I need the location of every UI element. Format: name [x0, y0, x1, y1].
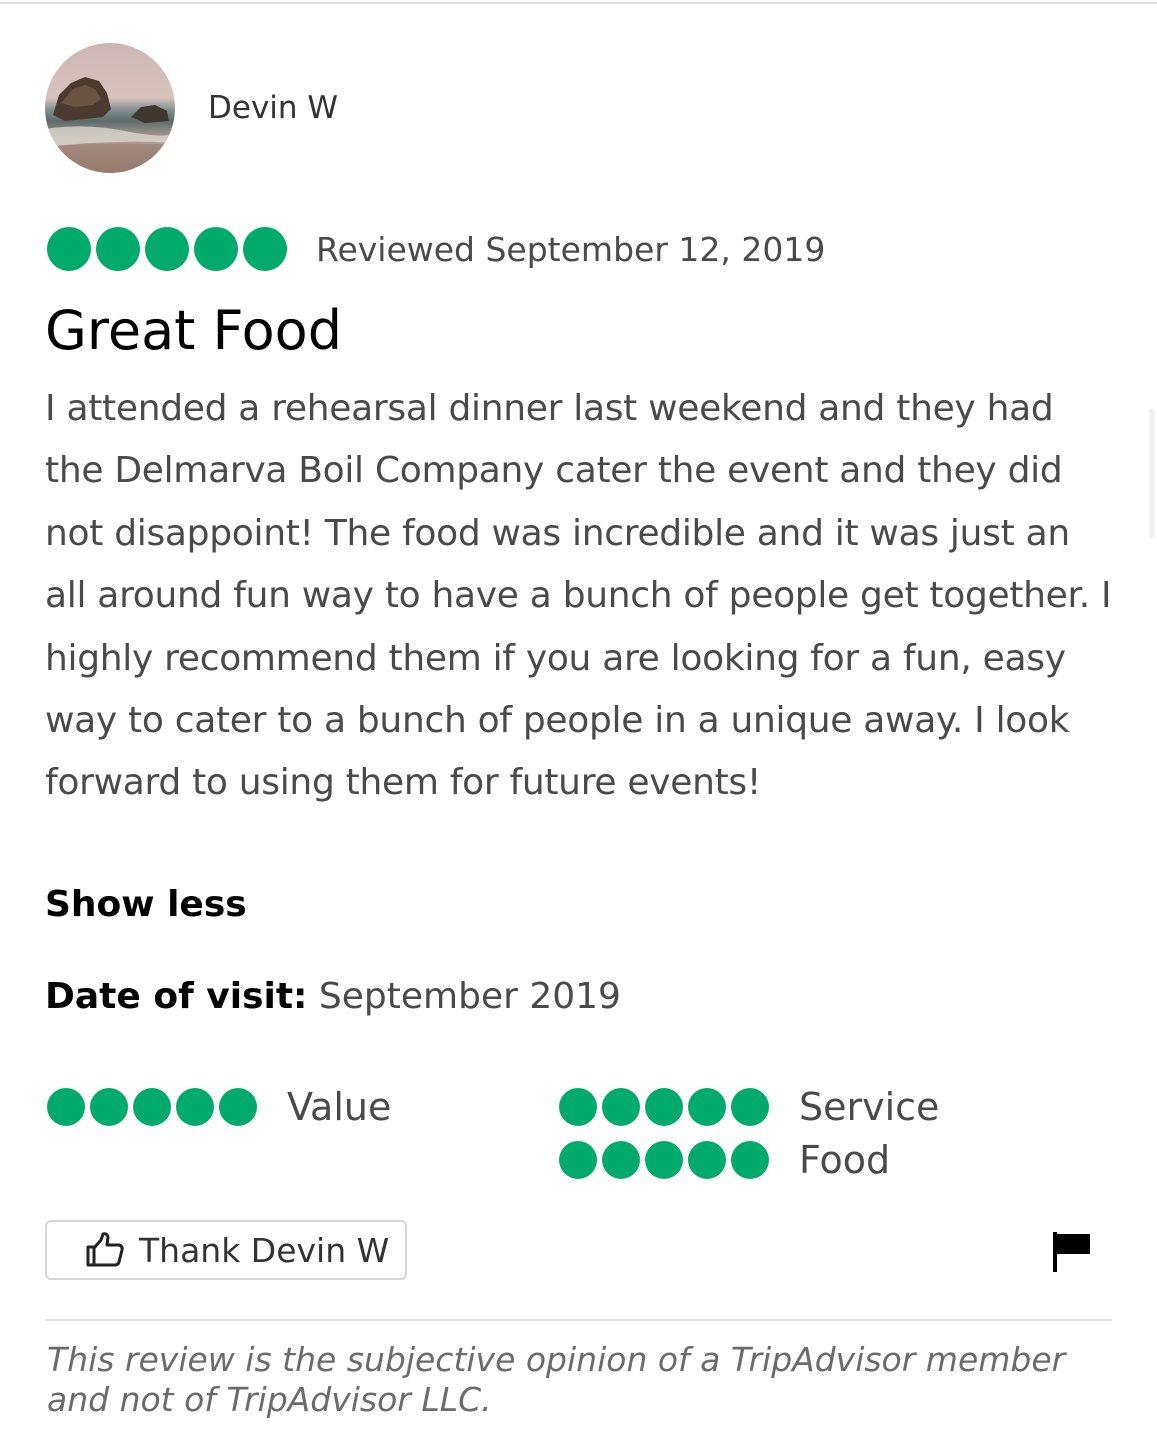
rating-bubble-icon	[145, 227, 189, 271]
date-of-visit-label: Date of visit:	[45, 976, 308, 1017]
rating-bubble-icon	[90, 1088, 128, 1126]
sub-rating-value: Value	[47, 1085, 391, 1129]
rating-bubble-icon	[688, 1088, 726, 1126]
review-title: Great Food	[45, 299, 342, 362]
rating-bubble-icon	[688, 1141, 726, 1179]
sub-rating-service: Service	[559, 1085, 939, 1129]
sub-rating-food: Food	[559, 1138, 890, 1182]
rating-bubble-icon	[731, 1141, 769, 1179]
rating-bubble-icon	[559, 1141, 597, 1179]
avatar[interactable]	[45, 43, 175, 173]
rating-bubble-icon	[731, 1088, 769, 1126]
date-of-visit: Date of visit: September 2019	[45, 976, 621, 1017]
rating-bubble-icon	[176, 1088, 214, 1126]
sub-rating-label: Food	[799, 1138, 891, 1182]
rating-bubble-icon	[133, 1088, 171, 1126]
top-divider	[0, 2, 1157, 4]
scrollbar[interactable]	[1149, 408, 1155, 538]
sub-rating-bubbles	[559, 1088, 774, 1126]
thank-button-label: Thank Devin W	[139, 1230, 390, 1270]
rating-bubble-icon	[602, 1088, 640, 1126]
rating-bubble-icon	[96, 227, 140, 271]
rating-bubble-icon	[194, 227, 238, 271]
sub-rating-bubbles	[47, 1088, 262, 1126]
review-disclaimer: This review is the subjective opinion of…	[47, 1340, 1066, 1419]
sub-rating-label: Service	[799, 1085, 940, 1129]
thumbs-up-icon	[86, 1232, 124, 1267]
avatar-beach-photo-icon	[45, 77, 175, 173]
reviewer-name[interactable]: Devin W	[208, 90, 338, 126]
date-of-visit-value: September 2019	[318, 976, 621, 1017]
thank-reviewer-button[interactable]: Thank Devin W	[45, 1220, 407, 1280]
rating-bubble-icon	[559, 1088, 597, 1126]
rating-bubble-icon	[243, 227, 287, 271]
rating-bubble-icon	[645, 1088, 683, 1126]
rating-bubble-icon	[47, 227, 91, 271]
rating-bubble-icon	[219, 1088, 257, 1126]
flag-icon[interactable]	[1051, 1230, 1091, 1272]
review-body: I attended a rehearsal dinner last weeke…	[45, 388, 1112, 804]
rating-bubble-icon	[602, 1141, 640, 1179]
sub-rating-label: Value	[287, 1085, 392, 1129]
rating-bubble-icon	[645, 1141, 683, 1179]
review-header: Devin W	[45, 43, 338, 173]
overall-rating-bubbles	[47, 227, 292, 271]
reviewed-date: Reviewed September 12, 2019	[316, 229, 826, 269]
overall-rating-row: Reviewed September 12, 2019	[47, 227, 825, 271]
show-less-link[interactable]: Show less	[45, 884, 247, 925]
rating-bubble-icon	[47, 1088, 85, 1126]
footer-divider	[45, 1319, 1112, 1321]
sub-rating-bubbles	[559, 1141, 774, 1179]
